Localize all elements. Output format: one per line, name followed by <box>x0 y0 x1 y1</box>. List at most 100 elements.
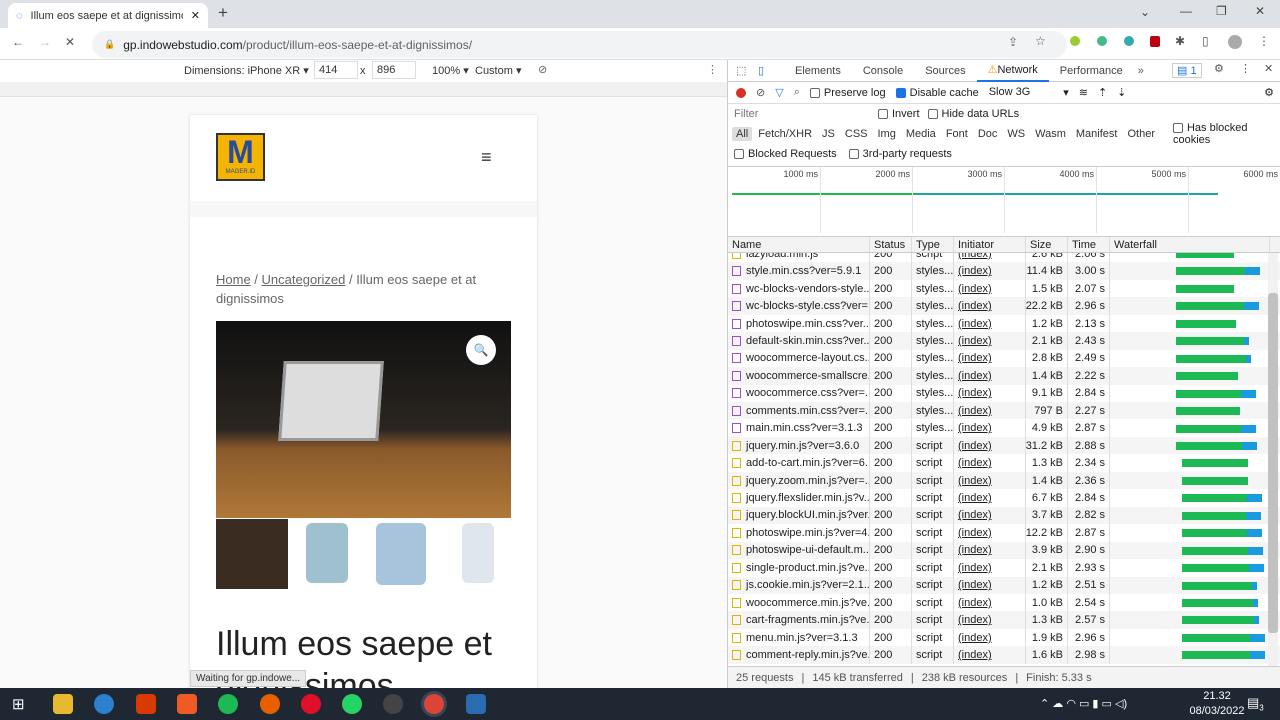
request-row[interactable]: photoswipe.min.js?ver=4... 200 script (inde… <box>728 524 1280 542</box>
puzzle-icon[interactable]: ✱ <box>1175 34 1185 48</box>
request-name[interactable]: jquery.blockUI.min.js?ver... <box>746 509 869 521</box>
browser-tab[interactable]: ◌ Illum eos saepe et at dignissimos ✕ <box>8 3 208 28</box>
share-icon[interactable]: ⇪ <box>1008 35 1018 49</box>
request-initiator[interactable]: (index) <box>958 509 992 521</box>
new-tab-button[interactable]: + <box>218 3 228 23</box>
filter-type-font[interactable]: Font <box>942 127 972 141</box>
request-row[interactable]: wc-blocks-style.css?ver=... 200 styles... (… <box>728 297 1280 315</box>
request-name[interactable]: woocommerce.css?ver=... <box>746 387 869 399</box>
hamburger-menu-icon[interactable]: ≡ <box>481 147 492 168</box>
request-name[interactable]: photoswipe-ui-default.m... <box>746 544 869 556</box>
request-initiator[interactable]: (index) <box>958 440 992 452</box>
thumbnail-3[interactable] <box>376 523 426 585</box>
request-name[interactable]: comments.min.css?ver=... <box>746 405 869 417</box>
filter-type-all[interactable]: All <box>732 127 753 141</box>
filter-type-ws[interactable]: WS <box>1003 127 1029 141</box>
request-initiator[interactable]: (index) <box>958 562 992 574</box>
request-initiator[interactable]: (index) <box>958 300 992 312</box>
filter-type-doc[interactable]: Doc <box>974 127 1002 141</box>
tab-console[interactable]: Console <box>852 60 914 82</box>
request-name[interactable]: wc-blocks-style.css?ver=... <box>746 300 869 312</box>
app-icon[interactable] <box>383 694 403 714</box>
tab-network[interactable]: ⚠ Network <box>976 60 1049 82</box>
menu-icon[interactable]: ⋮ <box>1258 34 1270 48</box>
request-initiator[interactable]: (index) <box>958 318 992 330</box>
filter-type-fetch-xhr[interactable]: Fetch/XHR <box>754 127 816 141</box>
more-options-icon[interactable]: ⋮ <box>707 63 718 76</box>
request-initiator[interactable]: (index) <box>958 283 992 295</box>
preserve-log-checkbox[interactable]: Preserve log <box>809 87 886 99</box>
tab-elements[interactable]: Elements <box>784 60 852 82</box>
request-initiator[interactable]: (index) <box>958 527 992 539</box>
request-row[interactable]: photoswipe.min.css?ver... 200 styles... (in… <box>728 314 1280 333</box>
request-row[interactable]: menu.min.js?ver=3.1.3 200 script (index) 1.9… <box>728 628 1280 647</box>
spotify-icon[interactable] <box>218 694 238 714</box>
request-initiator[interactable]: (index) <box>958 405 992 417</box>
hide-data-urls-checkbox[interactable]: Hide data URLs <box>927 108 1019 120</box>
issues-badge[interactable]: ▤ 1 <box>1172 63 1202 78</box>
search-icon[interactable]: ⌕ <box>794 86 800 99</box>
request-initiator[interactable]: (index) <box>958 579 992 591</box>
request-row[interactable]: lazyload.min.js 200 script (index) 2.6 kB 2.0… <box>728 253 1280 263</box>
whatsapp-icon[interactable] <box>342 694 362 714</box>
request-row[interactable]: add-to-cart.min.js?ver=6... 200 script (ind… <box>728 454 1280 472</box>
product-image[interactable]: 🔍 <box>216 321 511 518</box>
file-explorer-icon[interactable] <box>53 694 73 714</box>
filter-type-img[interactable]: Img <box>874 127 900 141</box>
throttle-select[interactable]: Slow 3G ▾ <box>989 86 1069 99</box>
request-row[interactable]: cart-fragments.min.js?ve... 200 script (ind… <box>728 611 1280 629</box>
avatar[interactable] <box>1228 35 1242 49</box>
inspect-element-icon[interactable]: ⬚ <box>736 64 758 77</box>
tab-search-icon[interactable]: ⌄ <box>1140 5 1150 19</box>
settings-icon[interactable]: ⚙ <box>1214 62 1224 75</box>
filter-type-css[interactable]: CSS <box>841 127 872 141</box>
breadcrumb-home[interactable]: Home <box>216 272 251 287</box>
request-name[interactable]: menu.min.js?ver=3.1.3 <box>746 632 858 644</box>
request-row[interactable]: woocommerce-smallscre... 200 styles... (ind… <box>728 367 1280 385</box>
zoom-icon[interactable]: 🔍 <box>466 335 496 365</box>
request-name[interactable]: jquery.flexslider.min.js?v... <box>746 492 869 504</box>
request-initiator[interactable]: (index) <box>958 265 992 277</box>
more-icon[interactable]: ⋮ <box>1240 62 1251 75</box>
tab-sources[interactable]: Sources <box>914 60 976 82</box>
width-input[interactable]: 414 <box>314 61 358 79</box>
request-name[interactable]: js.cookie.min.js?ver=2.1.... <box>746 579 869 591</box>
clock-date[interactable]: 08/03/2022 <box>1180 705 1254 717</box>
column-header-type[interactable]: Type <box>912 237 954 252</box>
invert-checkbox[interactable]: Invert <box>878 108 920 120</box>
request-initiator[interactable]: (index) <box>958 387 992 399</box>
app-icon[interactable] <box>466 694 486 714</box>
clock-time[interactable]: 21.32 <box>1192 690 1242 702</box>
thumbnail-1[interactable] <box>216 519 288 589</box>
column-header-waterfall[interactable]: Waterfall <box>1110 237 1270 252</box>
request-row[interactable]: style.min.css?ver=5.9.1 200 styles... (inde… <box>728 262 1280 280</box>
brave-icon[interactable] <box>177 694 197 714</box>
edge-icon[interactable] <box>94 694 114 714</box>
request-initiator[interactable]: (index) <box>958 597 992 609</box>
close-window-button[interactable]: ✕ <box>1255 4 1265 18</box>
request-name[interactable]: jquery.zoom.min.js?ver=... <box>746 475 869 487</box>
notification-center-icon[interactable]: ▤3 <box>1247 695 1264 713</box>
request-row[interactable]: jquery.min.js?ver=3.6.0 200 script (index) 3… <box>728 436 1280 455</box>
request-initiator[interactable]: (index) <box>958 370 992 382</box>
request-row[interactable]: js.cookie.min.js?ver=2.1.... 200 script (in… <box>728 576 1280 594</box>
request-initiator[interactable]: (index) <box>958 422 992 434</box>
request-row[interactable]: main.min.css?ver=3.1.3 200 styles... (index… <box>728 419 1280 437</box>
close-tab-icon[interactable]: ✕ <box>191 9 200 22</box>
request-initiator[interactable]: (index) <box>958 475 992 487</box>
filter-icon[interactable]: ▽ <box>775 86 783 99</box>
request-name[interactable]: photoswipe.min.js?ver=4... <box>746 527 869 539</box>
device-toggle-icon[interactable]: ▯ <box>758 64 784 77</box>
scrollbar[interactable] <box>1268 253 1278 666</box>
request-initiator[interactable]: (index) <box>958 253 992 260</box>
tray-icons[interactable]: ⌃ ☁ ◠ ▭ ▮ ▭ ◁) <box>1040 697 1127 710</box>
request-name[interactable]: main.min.css?ver=3.1.3 <box>746 422 862 434</box>
request-name[interactable]: photoswipe.min.css?ver... <box>746 318 869 330</box>
filter-input[interactable] <box>732 106 862 122</box>
extension-icon[interactable] <box>1070 36 1080 46</box>
side-panel-icon[interactable]: ▯ <box>1202 34 1209 48</box>
close-devtools-icon[interactable]: ✕ <box>1264 62 1273 75</box>
timeline-overview[interactable]: 1000 ms 2000 ms 3000 ms 4000 ms 5000 ms 6000 … <box>728 166 1280 233</box>
network-conditions-icon[interactable]: ≋ <box>1079 86 1088 99</box>
breadcrumb-category[interactable]: Uncategorized <box>262 272 346 287</box>
